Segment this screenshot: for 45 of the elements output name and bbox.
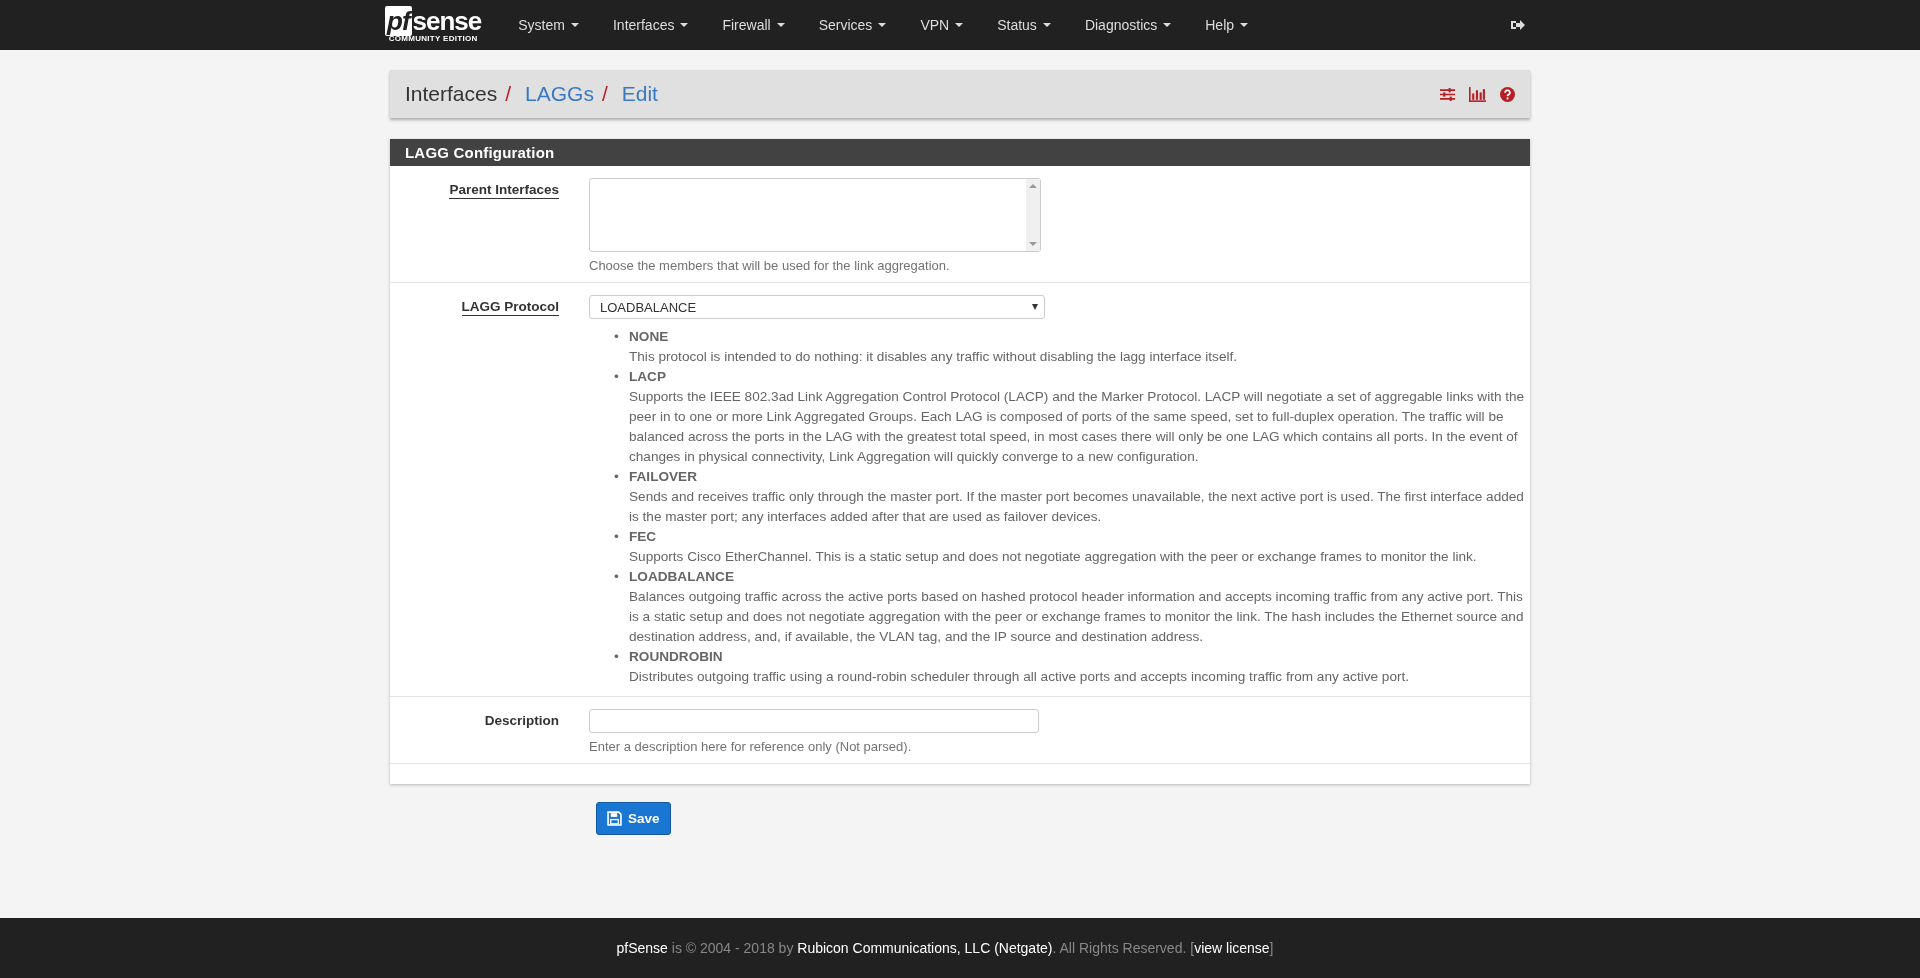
breadcrumb-separator: / <box>505 82 512 106</box>
list-bullet: • <box>614 648 620 666</box>
select-field[interactable]: LOADBALANCE <box>589 295 1045 319</box>
nav-menu[interactable]: Firewall <box>705 0 802 50</box>
nav-menu[interactable]: Interfaces <box>595 0 706 50</box>
field-label: LAGG Protocol <box>461 299 559 316</box>
logout-icon[interactable] <box>1511 19 1525 31</box>
protocol-description: Distributes outgoing traffic using a round-robin scheduler through all active ports and accepts incoming traffic from any active port. <box>629 668 1410 686</box>
save-button[interactable]: Save <box>596 802 671 835</box>
scrollbar[interactable] <box>1026 179 1040 251</box>
list-bullet: • <box>614 568 620 586</box>
list-bullet: • <box>614 468 620 486</box>
panel-title: LAGG Configuration <box>390 139 1530 166</box>
protocol-description: Supports the IEEE 802.3ad Link Aggregation Control Protocol (LACP) and the Marker Protocol. LACP will negotiate a set of aggregable links with the peer in to one or more Link Aggregated Groups. Each LAG is composed of ports of the same speed, set to full-duplex operation. The traffic will be balanced across the ports in the LAG with the greatest total speed, in most cases there will only be one LAG which contains all ports. In the event of changes in physical connectivity, Link Aggregation will quickly converge to a new configuration. <box>629 388 1526 466</box>
nav-menu[interactable]: Help <box>1188 0 1266 50</box>
breadcrumb-separator: / <box>601 82 608 106</box>
protocol-name: LACP <box>629 368 667 386</box>
list-bullet: • <box>614 528 620 546</box>
nav-menu[interactable]: Status <box>980 0 1068 50</box>
description-input[interactable] <box>589 709 1039 733</box>
field-label: Parent Interfaces <box>449 182 559 199</box>
protocol-name: LOADBALANCE <box>629 568 735 586</box>
bar-chart-icon[interactable] <box>1469 86 1486 102</box>
protocol-description: Sends and receives traffic only through the master port. If the master port becomes unavailable, the next active port is used. The first interface added is the master port; any interfaces added after that are used as failover devices. <box>629 488 1525 526</box>
nav-menu[interactable]: Services <box>801 0 904 50</box>
footer-text: pfSense is © 2004 - 2018 by Rubicon Communications, LLC (Netgate). All Rights Reserved. [view license] <box>616 940 1274 956</box>
protocol-name: NONE <box>629 328 670 346</box>
help-text: Choose the members that will be used for the link aggregation. <box>589 258 951 273</box>
protocol-name: FAILOVER <box>629 468 698 486</box>
list-bullet: • <box>614 328 620 346</box>
protocol-name: ROUNDROBIN <box>629 648 724 666</box>
breadcrumb-item: Interfaces <box>405 82 498 106</box>
nav-menu[interactable]: Diagnostics <box>1067 0 1189 50</box>
help-text: Enter a description here for reference only (Not parsed). <box>589 739 913 754</box>
nav-menu[interactable]: VPN <box>903 0 981 50</box>
protocol-description: Supports Cisco EtherChannel. This is a static setup and does not negotiate aggregation with the peer or exchange frames to monitor the link. <box>629 548 1477 566</box>
protocol-description: Balances outgoing traffic across the active ports based on hashed protocol header information and accepts incoming traffic from any active port. This is a static setup and does not negotiate aggregation with the peer or exchange frames to monitor the link. The hash includes the Ethernet source and destination address, and, if available, the VLAN tag, and the IP source and destination address. <box>629 588 1525 646</box>
logo[interactable]: pfsense COMMUNITY EDITION <box>385 3 482 47</box>
field-label: Description <box>484 713 559 728</box>
protocol-description: This protocol is intended to do nothing: it disables any traffic without disabling the lagg interface itself. <box>629 348 1238 366</box>
help-icon[interactable] <box>1500 86 1515 102</box>
nav-menu[interactable]: System <box>501 0 596 50</box>
list-bullet: • <box>614 368 620 386</box>
protocol-name: FEC <box>629 528 658 546</box>
sliders-icon[interactable] <box>1440 86 1455 102</box>
